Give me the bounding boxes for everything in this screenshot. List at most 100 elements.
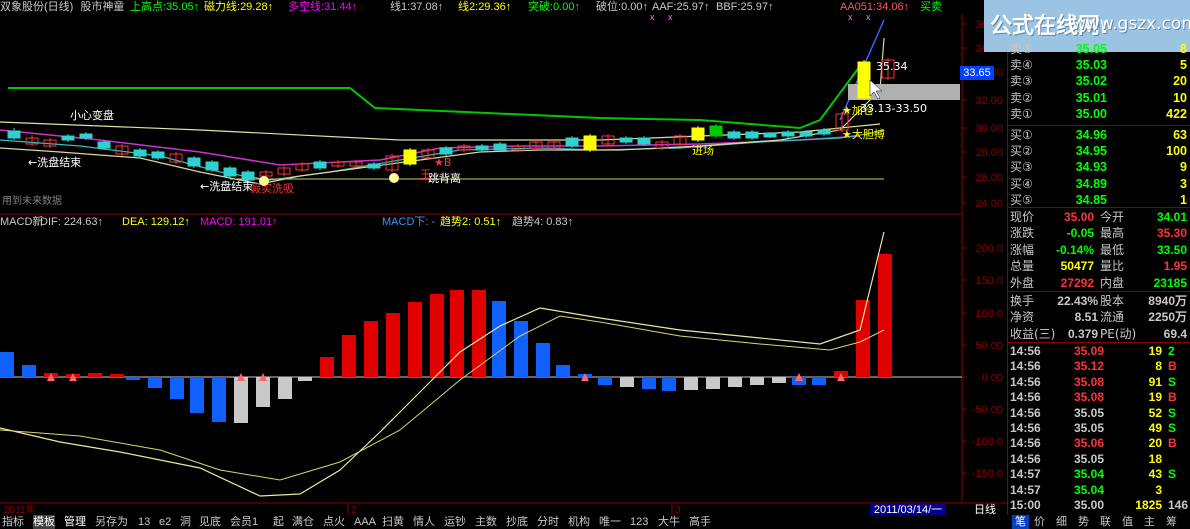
tick-volume: 52 [1148, 405, 1162, 420]
candle-body [439, 147, 453, 155]
stat-value: 8940万 [1148, 294, 1187, 308]
tick-price: 35.05 [1073, 451, 1104, 466]
header-item: 磁力线:29.28↑ [204, 0, 273, 14]
candle-body [133, 149, 147, 157]
stat-value: 22.43% [1057, 294, 1098, 308]
macd-bar [298, 377, 312, 381]
macd-item-value: 0.51↑ [471, 216, 502, 228]
header-item-value: 买卖 [920, 1, 942, 13]
indicator-tab[interactable]: 管理 [64, 515, 86, 529]
macd-item-value: - [428, 216, 436, 228]
tick-row: 14:56 35.09 19 2 [1008, 344, 1190, 359]
header-item-label: 磁力线: [204, 1, 241, 13]
indicator-tab[interactable]: 洞 [180, 515, 191, 529]
indicator-tab[interactable]: 运钞 [444, 515, 466, 529]
candle-body [619, 137, 633, 143]
stat-value: -0.14% [1055, 242, 1094, 257]
macd-bar [472, 290, 486, 377]
stat-value: 35.00 [1063, 210, 1094, 224]
quote-stat-row: 外盘 27292 内盘 23185 [1008, 275, 1190, 291]
kline-chart[interactable]: 38.0036.0034.0032.0030.0028.0026.0024.00… [0, 0, 1007, 529]
macd-item: MACD下: - [382, 215, 435, 229]
tick-price: 35.09 [1073, 344, 1104, 358]
tick-price: 35.08 [1073, 390, 1104, 405]
divider [1008, 125, 1190, 126]
macd-bar [430, 294, 444, 377]
stat-label: 收益(三) [1010, 326, 1056, 341]
candle-body [151, 151, 165, 159]
quote-panel-tab[interactable]: 主 [1144, 515, 1155, 529]
quote-panel-tab[interactable]: 细 [1056, 515, 1067, 529]
tick-volume: 91 [1148, 374, 1162, 389]
ask-label: 卖① [1010, 106, 1033, 121]
ask-volume: 8 [1180, 42, 1187, 56]
indicator-tab[interactable]: 满仓 [292, 515, 314, 529]
tick-time: 14:56 [1010, 405, 1041, 420]
bid-label: 买① [1010, 128, 1033, 142]
macd-bar [386, 313, 400, 377]
header-item-label: 上高点: [130, 1, 167, 13]
candle-body [7, 130, 21, 139]
tick-time: 14:56 [1010, 390, 1041, 405]
indicator-tab[interactable]: AAA [354, 515, 376, 529]
annotation-peak-price: 35.34 [876, 60, 908, 73]
macd-bar [126, 377, 140, 380]
indicator-tab[interactable]: 起 [273, 515, 284, 529]
ask-volume: 10 [1173, 90, 1187, 105]
indicator-tab[interactable]: 13 [138, 515, 150, 529]
tick-flag: B [1168, 436, 1177, 451]
quote-panel-tab[interactable]: 势 [1078, 515, 1089, 529]
stock-name: 双象股份(日线) [0, 1, 74, 13]
macd-bar [212, 377, 226, 422]
quote-panel-tab[interactable]: 筹 [1166, 515, 1177, 529]
candle-body [763, 132, 777, 138]
header-item-label: BBF: [716, 1, 741, 13]
stat-value: 0.379 [1067, 326, 1098, 341]
quote-panel-tab[interactable]: 联 [1100, 515, 1111, 529]
indicator-tab[interactable]: 123 [630, 515, 648, 529]
macd-bar [536, 343, 550, 377]
macd-bar [342, 335, 356, 377]
header-item: AA051:34.06↑ [840, 0, 909, 14]
divider [1008, 342, 1190, 343]
indicator-tab[interactable]: 分时 [537, 515, 559, 529]
tick-price: 35.08 [1073, 374, 1104, 389]
indicator-tab[interactable]: e2 [159, 515, 171, 529]
signal-dot [259, 176, 269, 186]
indicator-tab[interactable]: 唯一 [599, 515, 621, 529]
indicator-tab[interactable]: 高手 [689, 515, 711, 529]
indicator-tab[interactable]: 主数 [475, 515, 497, 529]
stat-value: 23185 [1153, 275, 1187, 290]
macd-bar [706, 377, 720, 389]
quote-panel-tab[interactable]: 值 [1122, 515, 1133, 529]
stat-label: 外盘 [1010, 275, 1035, 290]
stat-value: 27292 [1060, 275, 1094, 290]
indicator-tab[interactable]: 模板 [33, 515, 55, 529]
quote-panel-tab[interactable]: 笔 [1012, 515, 1029, 529]
bid-label: 买⑤ [1010, 192, 1033, 207]
ask-price: 35.01 [1075, 90, 1107, 105]
price-axis-label: 32.00 [975, 95, 1003, 107]
indicator-tab[interactable]: 扫黄 [382, 515, 404, 529]
macd-bar [492, 301, 506, 377]
tick-volume: 3 [1155, 482, 1162, 497]
indicator-tab[interactable]: 大牛 [658, 515, 680, 529]
upper-resistance-line [8, 65, 861, 130]
indicator-tab[interactable]: 机构 [568, 515, 590, 529]
stat-value: 1.95 [1163, 259, 1187, 274]
indicator-tab[interactable]: 指标 [2, 515, 24, 529]
indicator-tab[interactable]: 另存为 [95, 515, 128, 529]
macd-bar [190, 377, 204, 413]
indicator-tab[interactable]: 点火 [323, 515, 345, 529]
tick-time: 14:56 [1010, 344, 1041, 358]
indicator-tab[interactable]: 见底 [199, 515, 221, 529]
indicator-tab[interactable]: 情人 [413, 515, 435, 529]
tick-row: 14:56 35.12 8 B [1008, 359, 1190, 374]
indicator-tab[interactable]: 会员1 [230, 515, 258, 529]
indicator-tab[interactable]: 抄底 [506, 515, 528, 529]
quote-panel-tab[interactable]: 价 [1034, 515, 1045, 529]
header-item-label: 破位: [596, 1, 622, 13]
annotation-king: 王 [420, 168, 431, 181]
quote-stat-row: 涨跌 -0.05 最高 35.30 [1008, 225, 1190, 241]
macd-bar [408, 302, 422, 377]
